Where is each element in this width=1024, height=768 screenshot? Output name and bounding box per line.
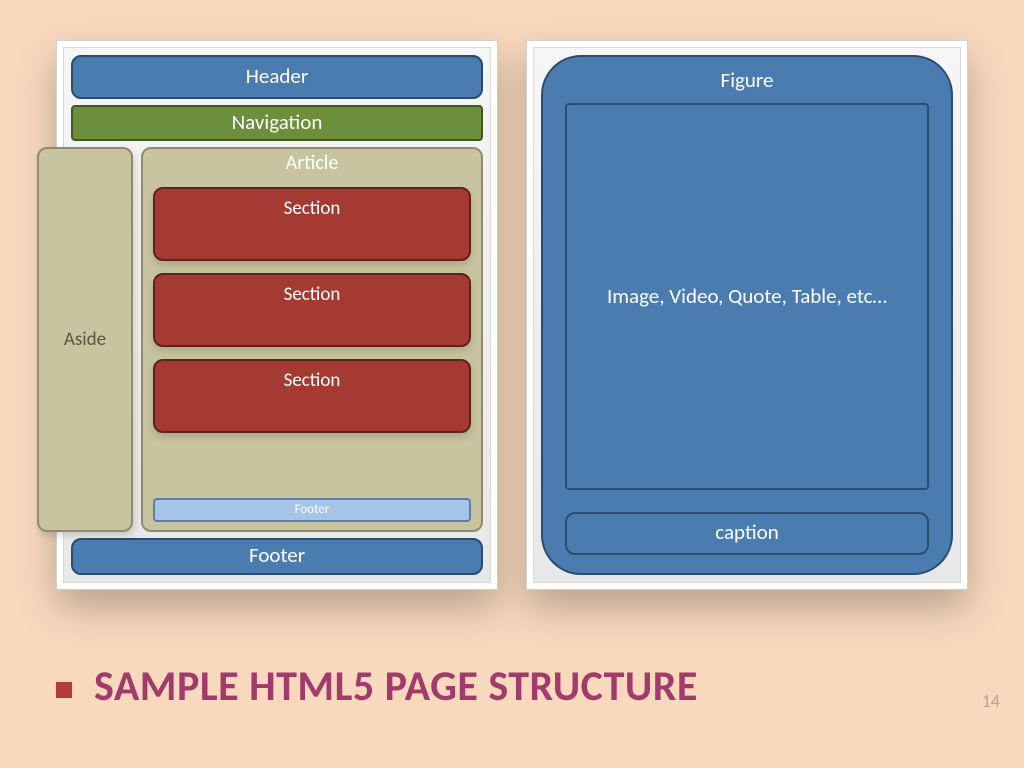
article-footer-box: Footer [153, 498, 471, 522]
figure-content-box: Image, Video, Quote, Table, etc… [565, 103, 929, 490]
section-box-2: Section [153, 273, 471, 347]
slide-title: SAMPLE HTML5 PAGE STRUCTURE [94, 661, 698, 712]
diagram-panels: Header Navigation Aside Article Section … [0, 0, 1024, 590]
right-figure-panel: Figure Image, Video, Quote, Table, etc… … [526, 40, 968, 590]
slide-title-row: SAMPLE HTML5 PAGE STRUCTURE [56, 661, 968, 712]
figure-box: Figure Image, Video, Quote, Table, etc… … [541, 55, 953, 575]
section-box-1: Section [153, 187, 471, 261]
navigation-box: Navigation [71, 105, 483, 141]
figure-title: Figure [565, 67, 929, 93]
aside-box: Aside [37, 147, 133, 532]
left-structure-panel: Header Navigation Aside Article Section … [56, 40, 498, 590]
bullet-icon [56, 682, 72, 698]
caption-box: caption [565, 512, 929, 555]
section-box-3: Section [153, 359, 471, 433]
page-footer-box: Footer [71, 538, 483, 575]
article-title: Article [153, 151, 471, 175]
main-row: Aside Article Section Section Section Fo… [71, 147, 483, 532]
page-number: 14 [982, 690, 1000, 712]
article-box: Article Section Section Section Footer [141, 147, 483, 532]
header-box: Header [71, 55, 483, 99]
